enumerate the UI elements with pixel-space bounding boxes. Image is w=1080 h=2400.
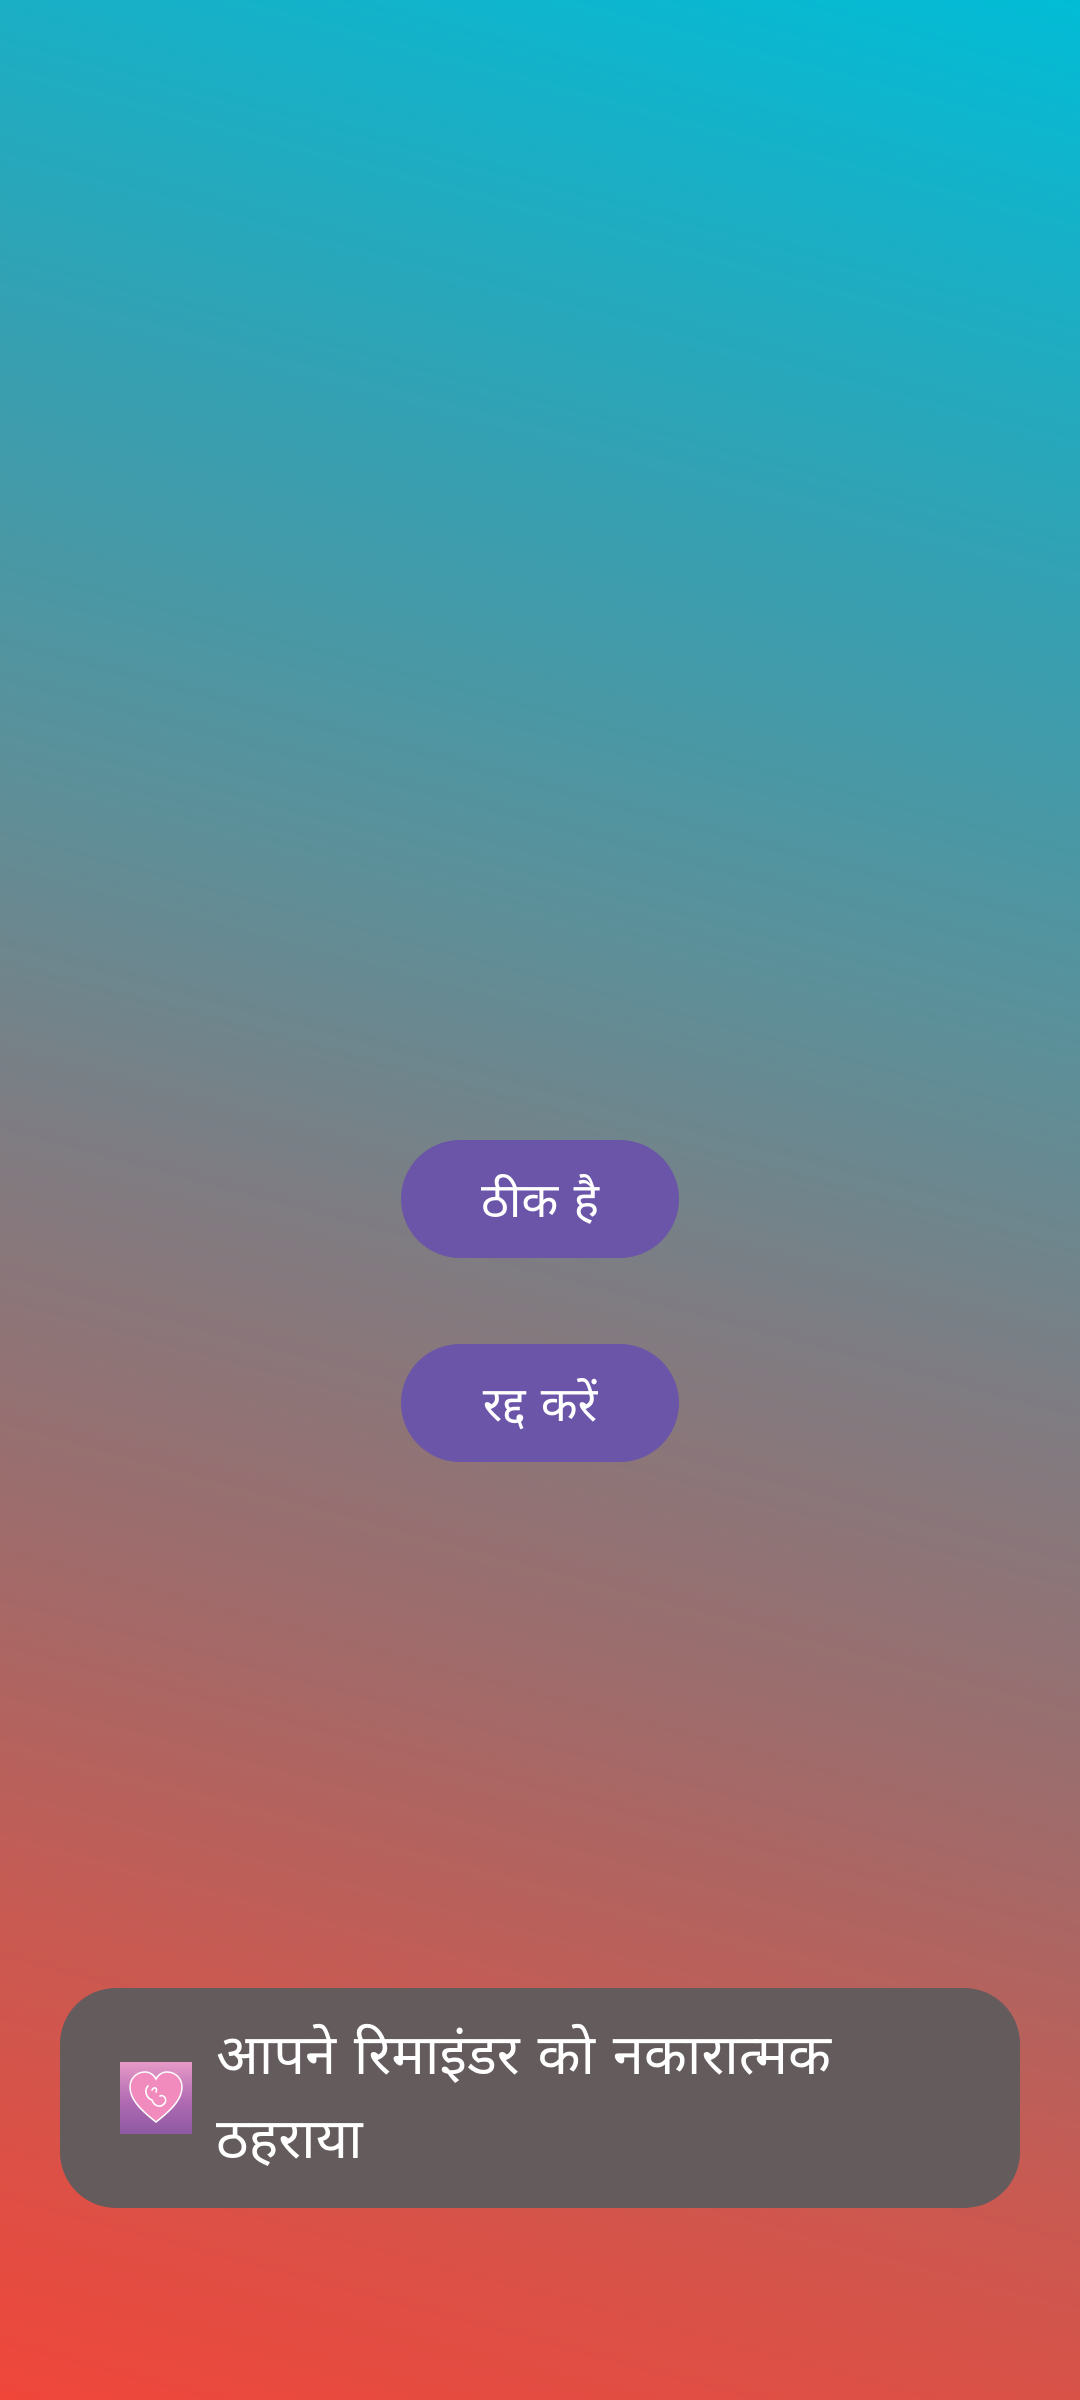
pregnancy-heart-app-icon bbox=[120, 2062, 192, 2134]
toast-notification: आपने रिमाइंडर को नकारात्मक ठहराया bbox=[60, 1988, 1020, 2208]
cancel-button[interactable]: रद्द करें bbox=[401, 1344, 679, 1462]
ok-button[interactable]: ठीक है bbox=[401, 1140, 679, 1258]
toast-message: आपने रिमाइंडर को नकारात्मक ठहराया bbox=[216, 2023, 832, 2172]
